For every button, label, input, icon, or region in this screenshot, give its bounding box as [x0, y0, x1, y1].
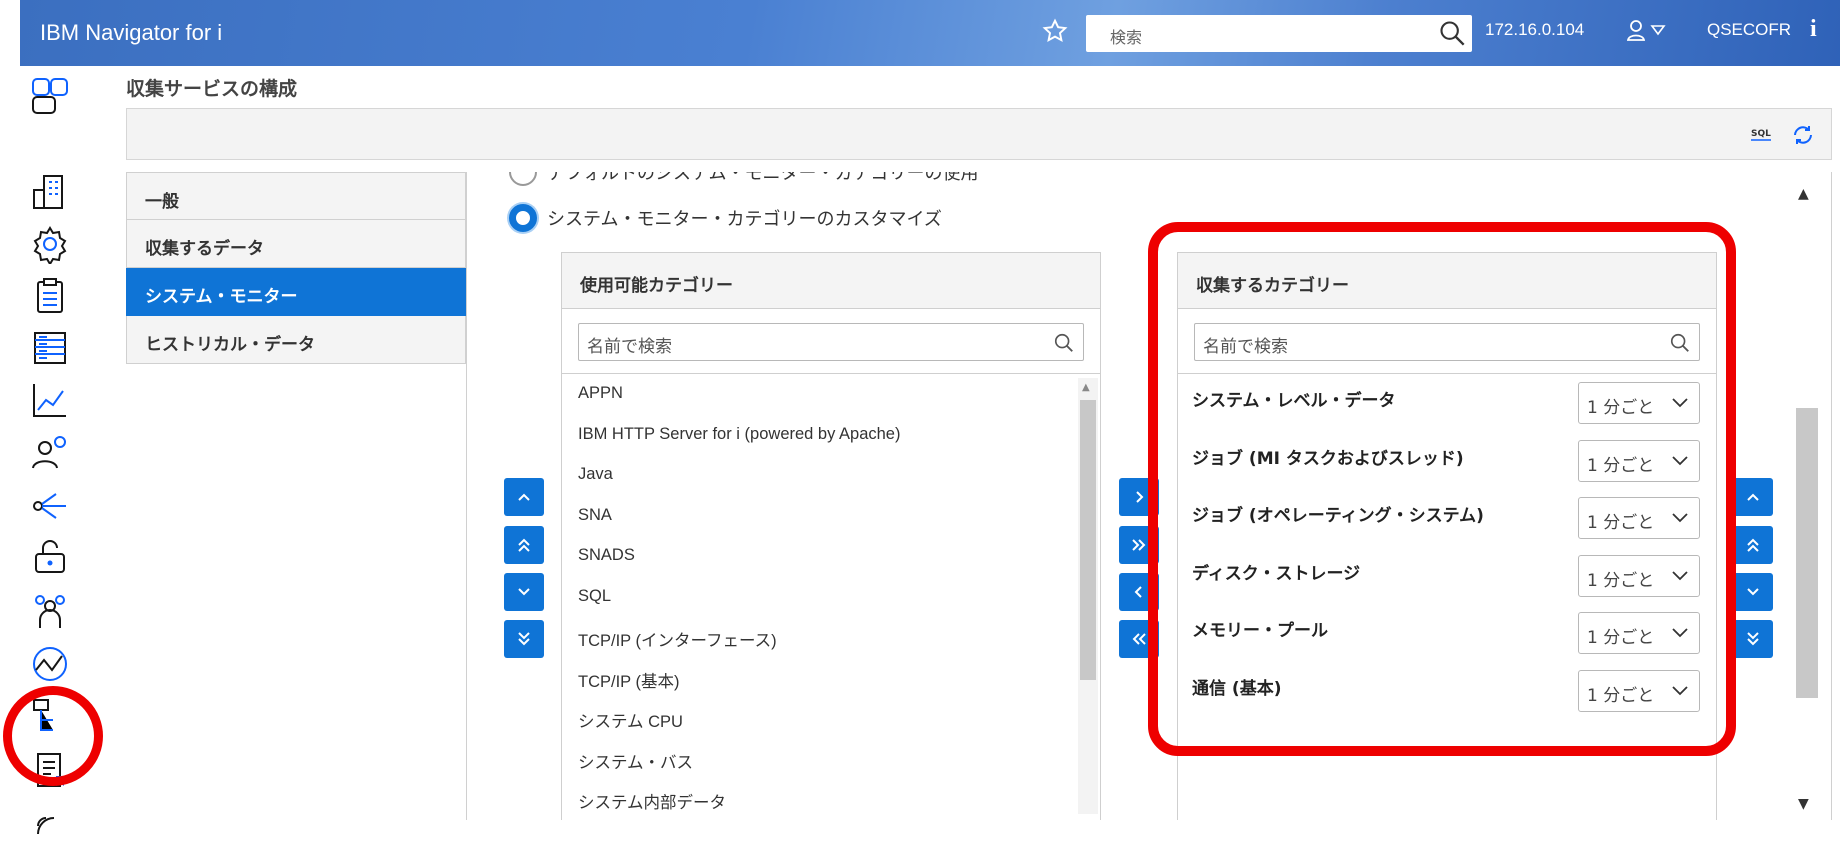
- global-search-placeholder: 検索: [1110, 28, 1143, 47]
- star-icon[interactable]: [1042, 18, 1068, 44]
- available-scrollbar[interactable]: ▲: [1078, 378, 1098, 814]
- radio-custom[interactable]: [509, 204, 537, 232]
- radio-custom-row[interactable]: システム・モニター・カテゴリーのカスタマイズ: [509, 204, 942, 232]
- list-item[interactable]: SQL: [562, 577, 1100, 618]
- scroll-down-icon[interactable]: ▼: [1798, 796, 1809, 812]
- app-title: IBM Navigator for i: [40, 20, 223, 45]
- sql-icon-label: SQL: [1751, 129, 1771, 139]
- server-list-icon[interactable]: [30, 328, 70, 368]
- info-icon[interactable]: i: [1810, 16, 1817, 43]
- search-icon[interactable]: [1438, 19, 1466, 47]
- nav-item-system-monitor[interactable]: システム・モニター: [126, 268, 466, 316]
- double-chevron-down-icon: [1747, 632, 1759, 646]
- move-up-button[interactable]: [504, 478, 544, 516]
- chevron-left-icon: [1134, 586, 1142, 598]
- nav-item-historical-data[interactable]: ヒストリカル・データ: [126, 316, 466, 364]
- search-icon: [1054, 333, 1073, 352]
- network-icon[interactable]: [30, 484, 70, 524]
- radio-default-row[interactable]: デフォルトのシステム・モニター・カテゴリーの使用: [509, 172, 978, 186]
- dashboard-icon[interactable]: [30, 76, 70, 116]
- list-item[interactable]: システム CPU: [562, 698, 1100, 739]
- list-item[interactable]: システム内部データ: [562, 779, 1100, 814]
- scroll-up-icon[interactable]: ▲: [1082, 382, 1090, 393]
- highlight-box: [1148, 222, 1736, 756]
- list-item[interactable]: SNA: [562, 496, 1100, 537]
- chevron-down-icon: [518, 588, 530, 596]
- chevron-right-icon: [1136, 491, 1144, 503]
- double-chevron-up-icon: [1747, 538, 1759, 552]
- collected-move-up-button[interactable]: [1733, 478, 1773, 516]
- radio-default-label: デフォルトのシステム・モニター・カテゴリーの使用: [547, 172, 979, 184]
- list-item[interactable]: SNADS: [562, 536, 1100, 577]
- performance-icon[interactable]: [30, 644, 70, 684]
- collected-move-bottom-button[interactable]: [1733, 620, 1773, 658]
- move-bottom-button[interactable]: [504, 620, 544, 658]
- chart-line-icon[interactable]: [30, 380, 70, 420]
- double-chevron-left-icon: [1132, 633, 1146, 645]
- nav-item-data-to-collect[interactable]: 収集するデータ: [126, 220, 466, 268]
- chevron-down-icon: [1747, 588, 1759, 596]
- wireless-icon[interactable]: [30, 804, 70, 844]
- move-down-button[interactable]: [504, 573, 544, 611]
- radio-custom-label: システム・モニター・カテゴリーのカスタマイズ: [547, 209, 942, 230]
- list-item[interactable]: IBM HTTP Server for i (powered by Apache…: [562, 415, 1100, 456]
- refresh-icon[interactable]: [1791, 123, 1815, 147]
- available-search-input[interactable]: 名前で検索: [578, 323, 1084, 361]
- nav-item-general[interactable]: 一般: [126, 172, 466, 220]
- list-item[interactable]: システム・バス: [562, 739, 1100, 780]
- config-nav: 一般 収集するデータ システム・モニター ヒストリカル・データ: [126, 172, 466, 364]
- page-toolbar: SQL: [126, 108, 1832, 160]
- highlight-circle: [3, 686, 103, 786]
- chevron-up-icon: [518, 493, 530, 501]
- available-search-placeholder: 名前で検索: [587, 337, 672, 357]
- available-list: APPN IBM HTTP Server for i (powered by A…: [562, 374, 1100, 814]
- user-menu-icon[interactable]: [1626, 18, 1668, 44]
- double-chevron-right-icon: [1132, 539, 1146, 551]
- global-search-input[interactable]: 検索: [1086, 15, 1472, 52]
- available-panel-title: 使用可能カテゴリー: [562, 253, 1100, 309]
- radio-default[interactable]: [509, 172, 537, 186]
- gear-icon[interactable]: [30, 224, 70, 264]
- clipboard-icon[interactable]: [30, 276, 70, 316]
- scrollbar-thumb[interactable]: [1796, 408, 1818, 698]
- left-nav-rail: [0, 66, 103, 835]
- move-top-button[interactable]: [504, 526, 544, 564]
- user-settings-icon[interactable]: [30, 432, 70, 472]
- collected-move-down-button[interactable]: [1733, 573, 1773, 611]
- user-group-icon[interactable]: [30, 590, 70, 630]
- user-name[interactable]: QSECOFR: [1707, 20, 1791, 40]
- double-chevron-up-icon: [518, 538, 530, 552]
- host-ip: 172.16.0.104: [1485, 20, 1585, 39]
- building-icon[interactable]: [30, 172, 70, 212]
- double-chevron-down-icon: [518, 632, 530, 646]
- list-item[interactable]: Java: [562, 455, 1100, 496]
- available-categories-panel: 使用可能カテゴリー 名前で検索 APPN IBM HTTP Server for…: [561, 252, 1101, 820]
- chevron-up-icon: [1747, 493, 1759, 501]
- list-item[interactable]: APPN: [562, 374, 1100, 415]
- list-item[interactable]: TCP/IP (基本): [562, 658, 1100, 699]
- page-title: 収集サービスの構成: [126, 78, 298, 100]
- page-scrollbar[interactable]: ▲ ▼: [1788, 180, 1832, 820]
- top-header: IBM Navigator for i 検索 172.16.0.104 QSEC…: [20, 0, 1840, 66]
- unlock-icon[interactable]: [30, 536, 70, 576]
- collected-move-top-button[interactable]: [1733, 526, 1773, 564]
- scroll-up-icon[interactable]: ▲: [1798, 186, 1809, 202]
- sql-icon[interactable]: SQL: [1749, 123, 1773, 145]
- scrollbar-thumb[interactable]: [1080, 400, 1096, 680]
- list-item[interactable]: TCP/IP (インターフェース): [562, 617, 1100, 658]
